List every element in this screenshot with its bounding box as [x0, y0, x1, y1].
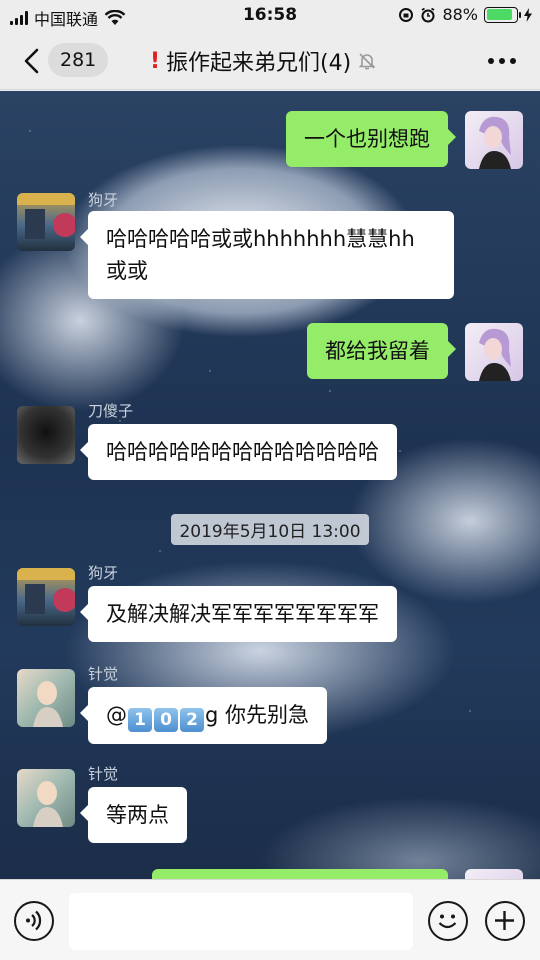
wallpaper-stars: [0, 91, 540, 879]
message-bubble-in[interactable]: 等两点: [80, 787, 187, 843]
charging-icon: [524, 7, 532, 22]
input-bar: [0, 879, 540, 960]
mention-prefix: @: [106, 703, 127, 727]
chat-title-text: 振作起来弟兄们(4): [166, 51, 352, 76]
message-text: g 你先别急: [205, 703, 310, 727]
message-input[interactable]: [69, 893, 413, 950]
sender-name: 针觉: [88, 665, 119, 683]
message-bubble-out[interactable]: [152, 869, 448, 879]
chat-area[interactable]: 一个也别想跑 狗牙 哈哈哈哈哈或或hhhhhhh慧慧hh 或或 都给我留着 刀傻…: [0, 91, 540, 879]
timestamp-label: 2019年5月10日 13:00: [171, 514, 369, 545]
status-bar: 中国联通 16:58 88%: [0, 0, 540, 32]
message-bubble-out[interactable]: 一个也别想跑: [286, 111, 456, 167]
message-line: 哈哈哈哈哈或或hhhhhhh慧慧hh: [106, 227, 415, 251]
sender-name: 刀傻子: [88, 402, 134, 420]
timestamp: 2019年5月10日 13:00: [0, 514, 540, 545]
status-right: 88%: [398, 5, 532, 24]
avatar-member[interactable]: [17, 406, 75, 464]
battery-percent: 88%: [442, 5, 478, 24]
keycap-digit: 1: [128, 708, 152, 732]
avatar-member[interactable]: [17, 568, 75, 626]
battery-icon: [484, 6, 521, 23]
avatar-member[interactable]: [17, 769, 75, 827]
message-bubble-in[interactable]: @1 0 2 g 你先别急: [79, 687, 328, 744]
keycap-digit: 0: [154, 708, 178, 732]
sender-name: 狗牙: [88, 564, 119, 582]
muted-bell-icon: [358, 53, 376, 70]
avatar-self[interactable]: [465, 869, 523, 879]
message-bubble-out[interactable]: 都给我留着: [307, 323, 456, 379]
rotation-lock-icon: [399, 7, 414, 22]
more-icon[interactable]: [488, 58, 516, 64]
avatar-member[interactable]: [17, 669, 75, 727]
message-bubble-in[interactable]: 及解决解决军军军军军军军军: [80, 586, 397, 642]
nav-bar: 281 ! 振作起来弟兄们(4): [0, 32, 540, 90]
avatar-member[interactable]: [17, 193, 75, 251]
sender-name: 狗牙: [88, 191, 119, 209]
keycap-digit: 2: [180, 708, 204, 732]
alarm-icon: [421, 7, 435, 22]
avatar-self[interactable]: [465, 111, 523, 169]
unread-count-badge[interactable]: 281: [48, 43, 109, 77]
sender-name: 针觉: [88, 765, 119, 783]
back-chevron-icon[interactable]: [18, 46, 48, 76]
avatar-self[interactable]: [465, 323, 523, 381]
message-line: 或或: [106, 259, 148, 283]
title-mark: !: [150, 48, 161, 74]
message-bubble-in[interactable]: 哈哈哈哈哈或或hhhhhhh慧慧hh 或或: [80, 211, 454, 299]
emoji-icon[interactable]: [428, 901, 468, 941]
plus-icon[interactable]: [485, 901, 525, 941]
chat-title: ! 振作起来弟兄们(4): [150, 45, 377, 77]
message-bubble-in[interactable]: 哈哈哈哈哈哈哈哈哈哈哈哈哈: [80, 424, 397, 480]
voice-icon[interactable]: [14, 901, 54, 941]
